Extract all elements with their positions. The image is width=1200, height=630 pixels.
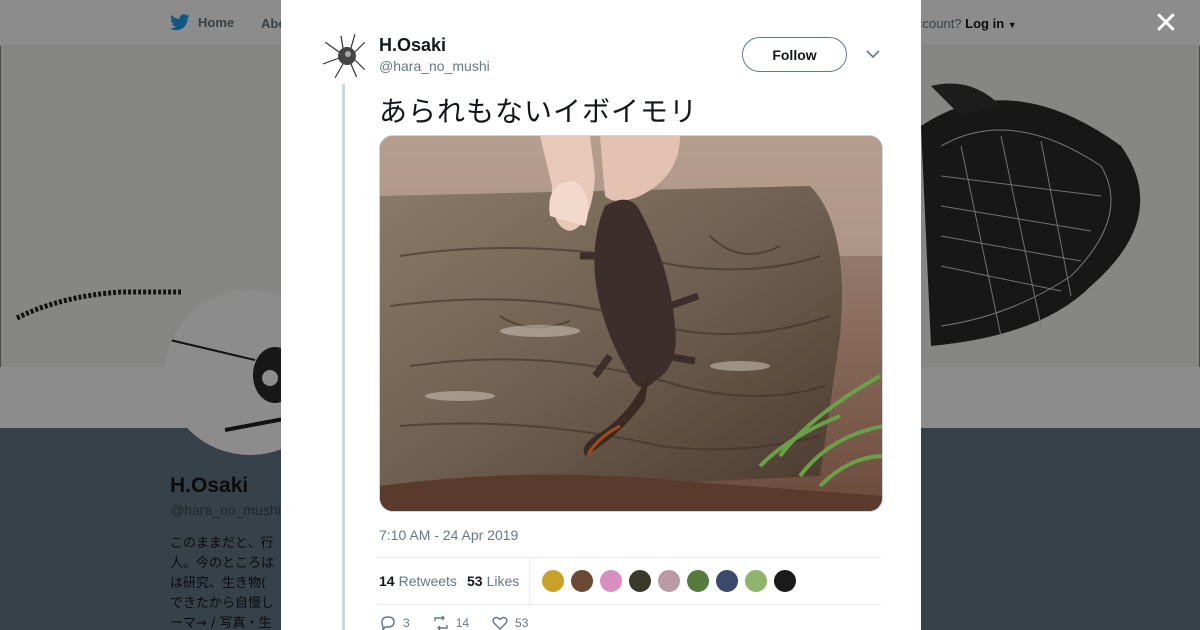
tweet-modal: H.Osaki @hara_no_mushi Follow あられもないイボイモ…: [281, 0, 921, 630]
tweet-stats: 14 Retweets 53 Likes: [378, 557, 881, 605]
tweet-photo[interactable]: [379, 135, 883, 512]
heart-icon: [492, 616, 508, 630]
liker-avatar[interactable]: [715, 569, 739, 593]
reply-count: 3: [403, 616, 410, 630]
spider-avatar-illustration: [322, 33, 368, 79]
likes-label: Likes: [486, 573, 520, 589]
liker-avatar[interactable]: [628, 569, 652, 593]
likes-stat[interactable]: 53 Likes: [467, 573, 519, 589]
close-icon[interactable]: ✕: [1152, 9, 1180, 39]
newt-on-log-photo: [380, 136, 882, 511]
reply-icon: [381, 616, 395, 630]
retweet-count: 14: [455, 616, 470, 630]
retweets-stat[interactable]: 14 Retweets: [379, 573, 457, 589]
thread-line: [342, 84, 345, 630]
liker-avatars: [541, 569, 797, 593]
like-button[interactable]: 53: [491, 614, 528, 630]
stats-divider: [529, 558, 530, 605]
reply-button[interactable]: 3: [379, 614, 410, 630]
likes-count: 53: [467, 573, 483, 589]
author-avatar[interactable]: [321, 32, 369, 80]
chevron-down-icon[interactable]: [865, 46, 881, 62]
tweet-timestamp[interactable]: 7:10 AM - 24 Apr 2019: [379, 527, 518, 543]
liker-avatar[interactable]: [541, 569, 565, 593]
liker-avatar[interactable]: [686, 569, 710, 593]
liker-avatar[interactable]: [599, 569, 623, 593]
liker-avatar[interactable]: [657, 569, 681, 593]
retweet-icon: [433, 615, 448, 630]
liker-avatar[interactable]: [570, 569, 594, 593]
liker-avatar[interactable]: [744, 569, 768, 593]
follow-button[interactable]: Follow: [742, 37, 847, 72]
retweets-label: Retweets: [398, 573, 457, 589]
retweet-button[interactable]: 14: [432, 614, 469, 630]
tweet-actions: 3 14 53: [379, 614, 550, 630]
retweets-count: 14: [379, 573, 395, 589]
like-count: 53: [515, 616, 529, 630]
liker-avatar[interactable]: [773, 569, 797, 593]
tweet-text: あられもないイボイモリ: [379, 95, 699, 128]
author-name[interactable]: H.Osaki: [379, 35, 446, 56]
author-handle[interactable]: @hara_no_mushi: [379, 58, 490, 74]
